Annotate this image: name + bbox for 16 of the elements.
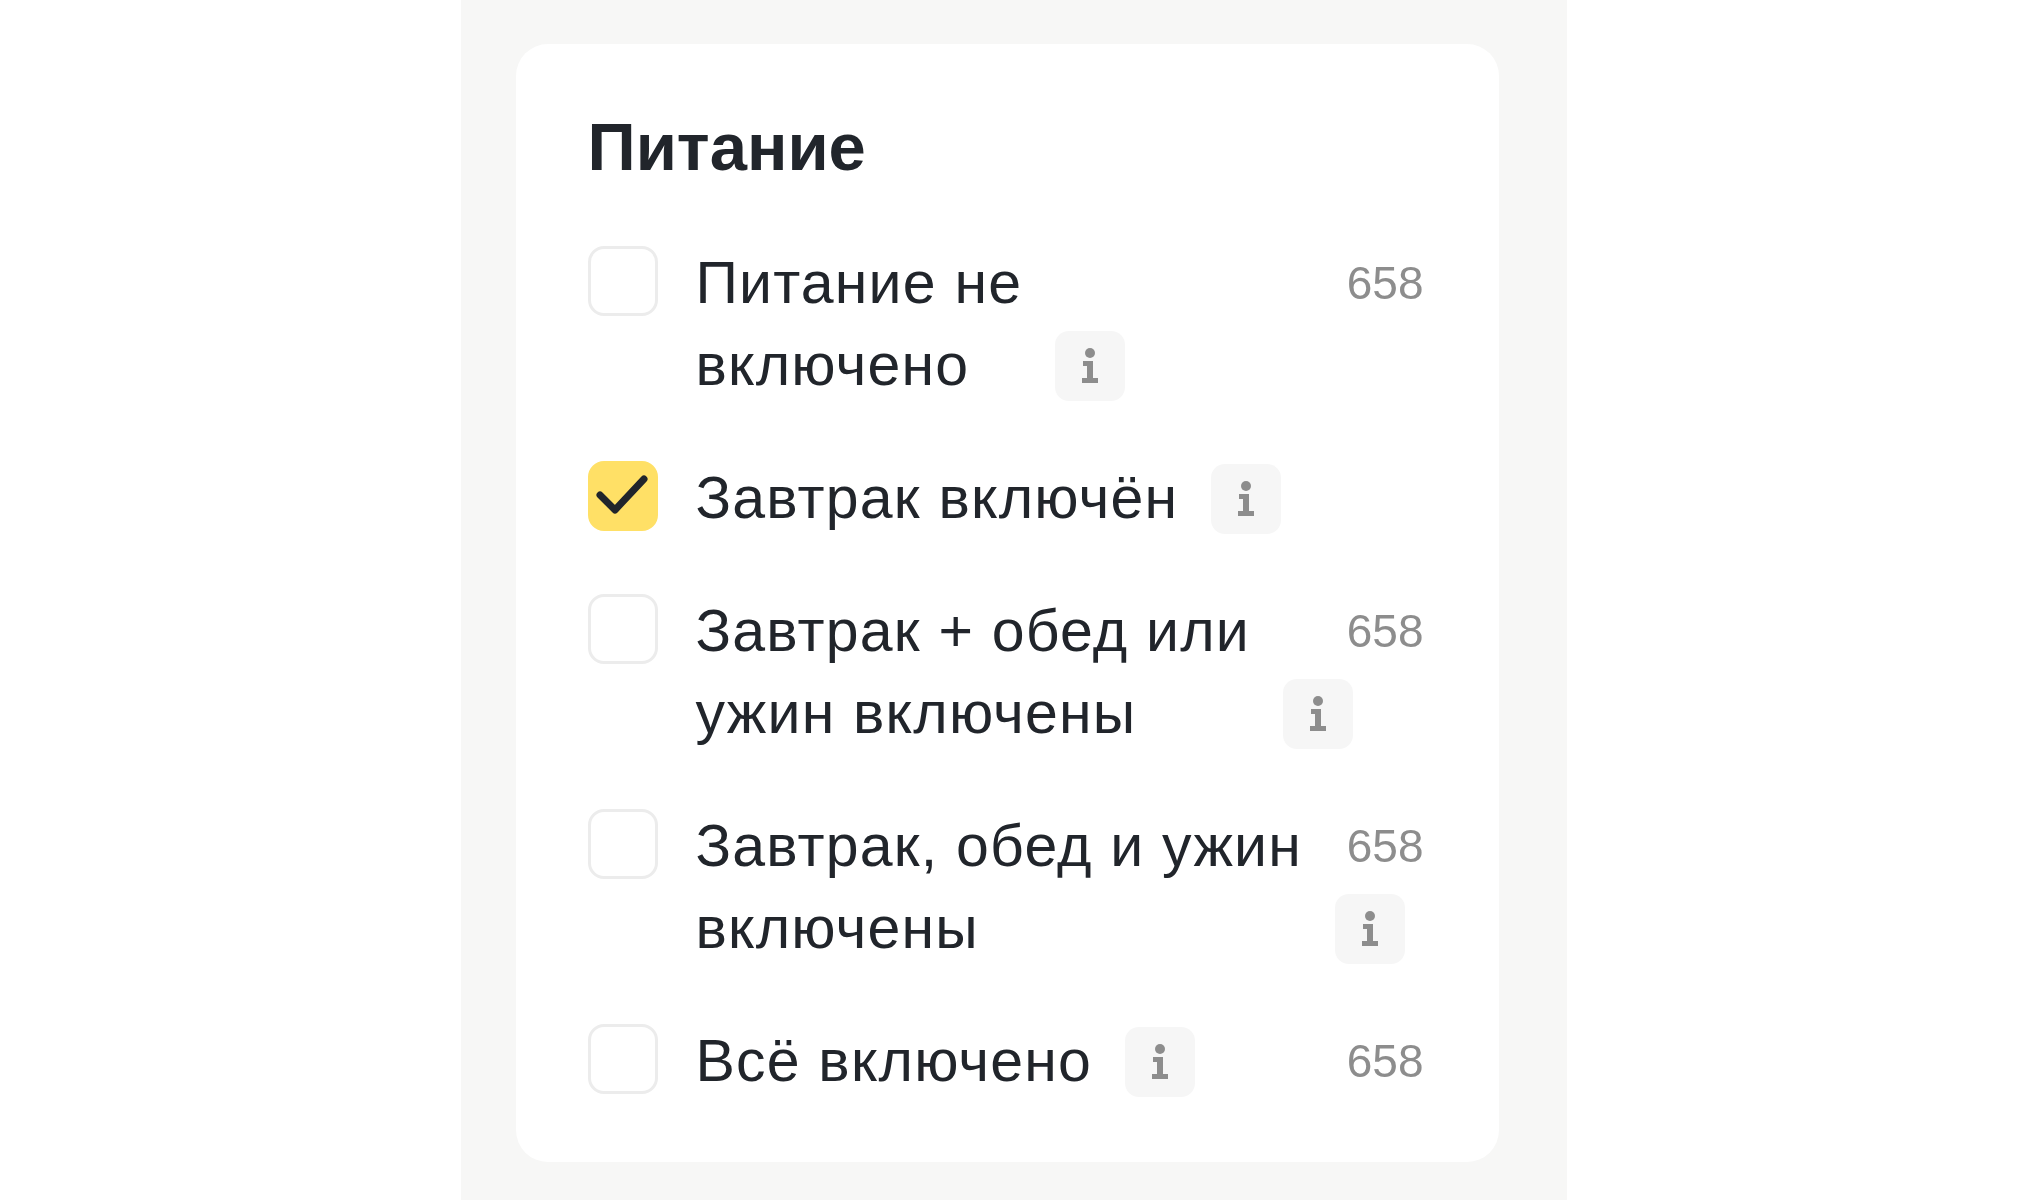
section-title: Питание <box>587 108 866 186</box>
option-label: Питание не включено <box>695 249 1024 400</box>
info-icon[interactable] <box>1334 894 1405 964</box>
option-count: 658 <box>1346 1034 1424 1089</box>
info-icon[interactable] <box>1054 331 1125 401</box>
info-icon[interactable] <box>1124 1027 1195 1097</box>
option-count: 658 <box>1346 256 1424 311</box>
info-icon[interactable] <box>1282 679 1353 749</box>
info-icon[interactable] <box>1210 464 1281 534</box>
option-label: Завтрак включён <box>695 464 1180 533</box>
option-label: Завтрак + обед или ужин включены <box>695 597 1251 748</box>
option-label: Завтрак, обед и ужин включены <box>695 812 1304 963</box>
option-label: Всё включено <box>695 1027 1094 1096</box>
option-count: 658 <box>1346 604 1424 659</box>
checkbox[interactable] <box>587 461 658 531</box>
option-count: 658 <box>1346 819 1424 874</box>
